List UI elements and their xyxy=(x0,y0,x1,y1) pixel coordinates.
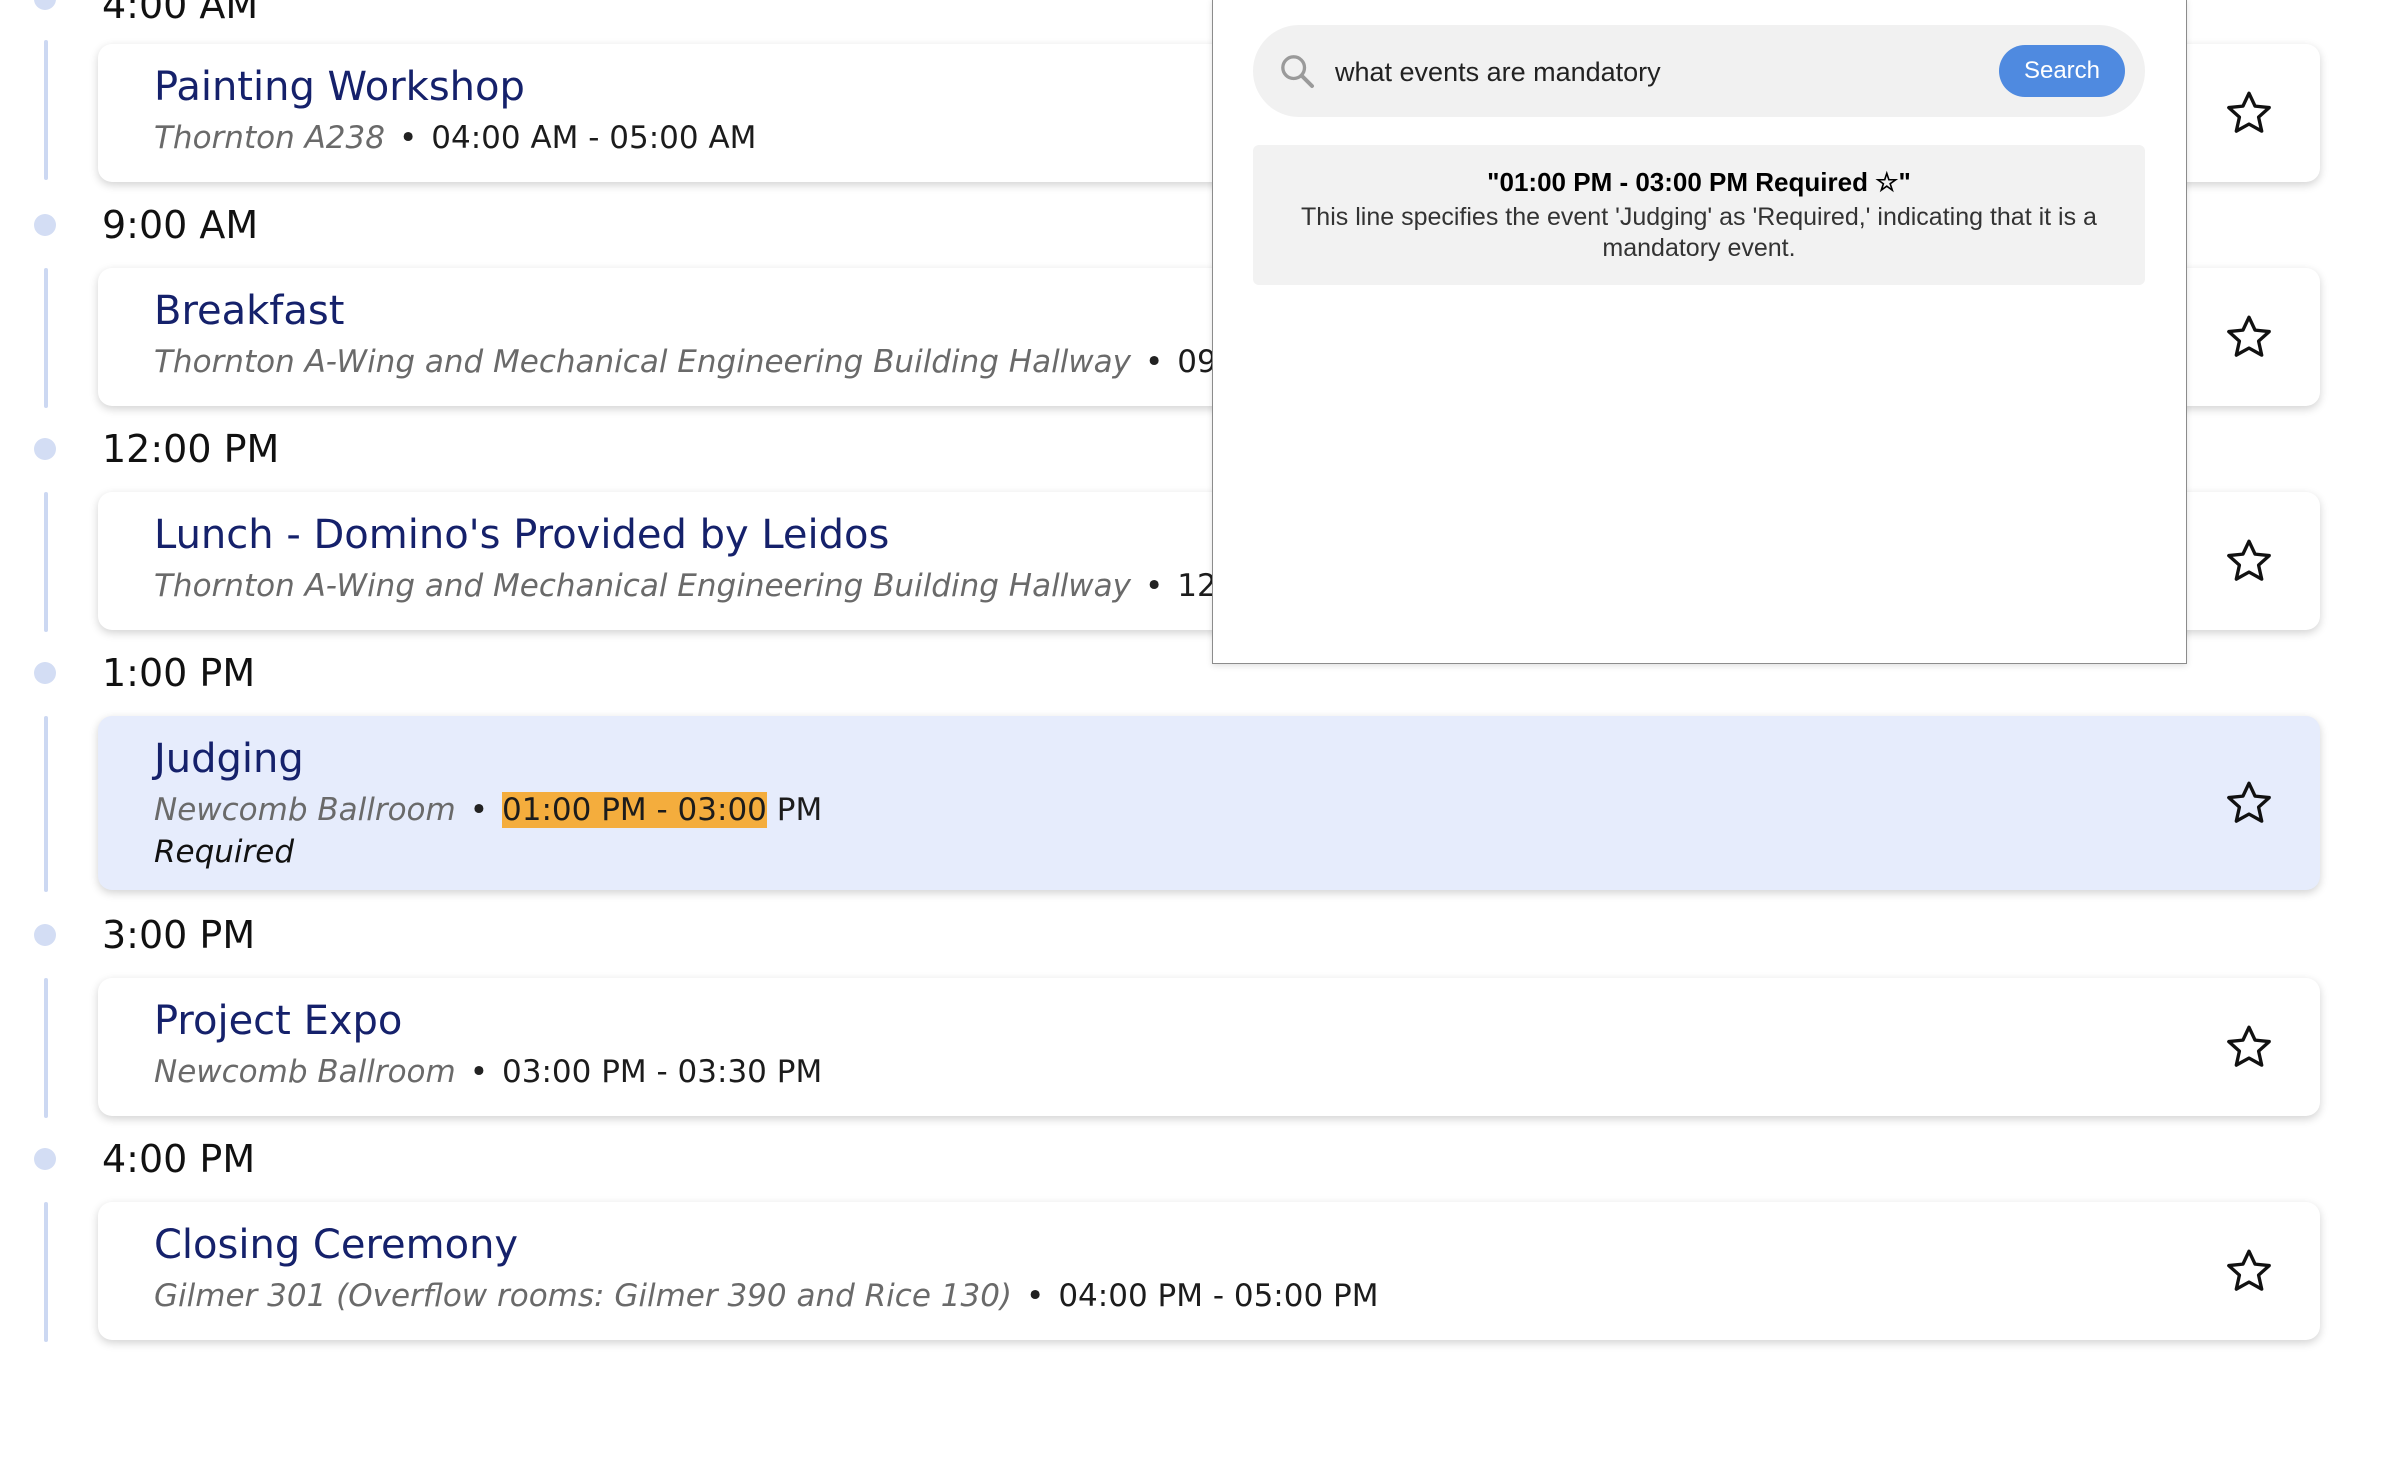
timeline-dot xyxy=(34,924,56,946)
time-header: 3:00 PM xyxy=(102,913,256,957)
star-outline-icon[interactable] xyxy=(2224,312,2274,362)
event-meta: Thornton A-Wing and Mechanical Engineeri… xyxy=(154,344,1267,380)
timeline-line xyxy=(44,978,48,1118)
timeline-dot xyxy=(34,214,56,236)
event-time-rest: PM xyxy=(766,792,823,828)
event-meta: Gilmer 301 (Overflow rooms: Gilmer 390 a… xyxy=(154,1278,1379,1314)
star-outline-icon[interactable] xyxy=(2224,88,2274,138)
time-header: 4:00 AM xyxy=(102,0,259,27)
event-title: Project Expo xyxy=(154,998,403,1044)
event-meta: Newcomb Ballroom • 01:00 PM - 03:00 PM xyxy=(154,792,822,828)
timeline-dot xyxy=(34,0,56,10)
search-button[interactable]: Search xyxy=(1999,45,2125,97)
event-location: Thornton A-Wing and Mechanical Engineeri… xyxy=(154,568,1131,604)
event-title: Painting Workshop xyxy=(154,64,525,110)
event-location: Thornton A238 xyxy=(154,120,385,156)
event-location: Gilmer 301 (Overflow rooms: Gilmer 390 a… xyxy=(154,1278,1013,1314)
event-meta: Thornton A238 • 04:00 AM - 05:00 AM xyxy=(154,120,756,156)
event-card-closing-ceremony[interactable]: Closing Ceremony Gilmer 301 (Overflow ro… xyxy=(98,1202,2320,1340)
event-title: Judging xyxy=(154,736,304,782)
event-time: 03:00 PM - 03:30 PM xyxy=(502,1054,823,1090)
separator-dot: • xyxy=(1026,1278,1045,1314)
result-description: This line specifies the event 'Judging' … xyxy=(1301,203,2097,262)
event-time-highlighted: 01:00 PM - 03:00 xyxy=(502,792,767,828)
search-input[interactable] xyxy=(1333,47,1957,97)
search-bar: Search xyxy=(1253,25,2145,117)
search-result[interactable]: "01:00 PM - 03:00 PM Required ☆" This li… xyxy=(1253,145,2145,285)
star-outline-icon[interactable] xyxy=(2224,1022,2274,1072)
event-location: Newcomb Ballroom xyxy=(154,792,456,828)
event-time: 04:00 PM - 05:00 PM xyxy=(1058,1278,1379,1314)
event-meta: Thornton A-Wing and Mechanical Engineeri… xyxy=(154,568,1267,604)
timeline-dot xyxy=(34,438,56,460)
separator-dot: • xyxy=(469,1054,489,1090)
event-location: Newcomb Ballroom xyxy=(154,1054,456,1090)
time-header: 1:00 PM xyxy=(102,651,256,695)
time-header: 9:00 AM xyxy=(102,203,259,247)
time-header: 4:00 PM xyxy=(102,1137,256,1181)
search-icon xyxy=(1277,51,1317,91)
event-title: Lunch - Domino's Provided by Leidos xyxy=(154,512,890,558)
separator-dot: • xyxy=(398,120,418,156)
time-header: 12:00 PM xyxy=(102,427,280,471)
timeline-line xyxy=(44,716,48,892)
result-title: "01:00 PM - 03:00 PM Required ☆" xyxy=(1487,167,1911,197)
timeline-line xyxy=(44,1202,48,1342)
event-time: 04:00 AM - 05:00 AM xyxy=(431,120,757,156)
search-popup: Search "01:00 PM - 03:00 PM Required ☆" … xyxy=(1212,0,2187,664)
event-note: Required xyxy=(154,834,295,870)
event-title: Breakfast xyxy=(154,288,345,334)
event-card-judging[interactable]: Judging Newcomb Ballroom • 01:00 PM - 03:0… xyxy=(98,716,2320,890)
star-outline-icon[interactable] xyxy=(2224,1246,2274,1296)
timeline-line xyxy=(44,268,48,408)
event-meta: Newcomb Ballroom • 03:00 PM - 03:30 PM xyxy=(154,1054,822,1090)
star-outline-icon[interactable] xyxy=(2224,778,2274,828)
separator-dot: • xyxy=(1145,568,1164,604)
timeline-dot xyxy=(34,1148,56,1170)
timeline-dot xyxy=(34,662,56,684)
event-card-project-expo[interactable]: Project Expo Newcomb Ballroom • 03:00 PM -… xyxy=(98,978,2320,1116)
separator-dot: • xyxy=(469,792,489,828)
timeline-line xyxy=(44,40,48,180)
event-title: Closing Ceremony xyxy=(154,1222,519,1268)
event-location: Thornton A-Wing and Mechanical Engineeri… xyxy=(154,344,1131,380)
separator-dot: • xyxy=(1145,344,1164,380)
timeline-line xyxy=(44,492,48,632)
star-outline-icon[interactable] xyxy=(2224,536,2274,586)
